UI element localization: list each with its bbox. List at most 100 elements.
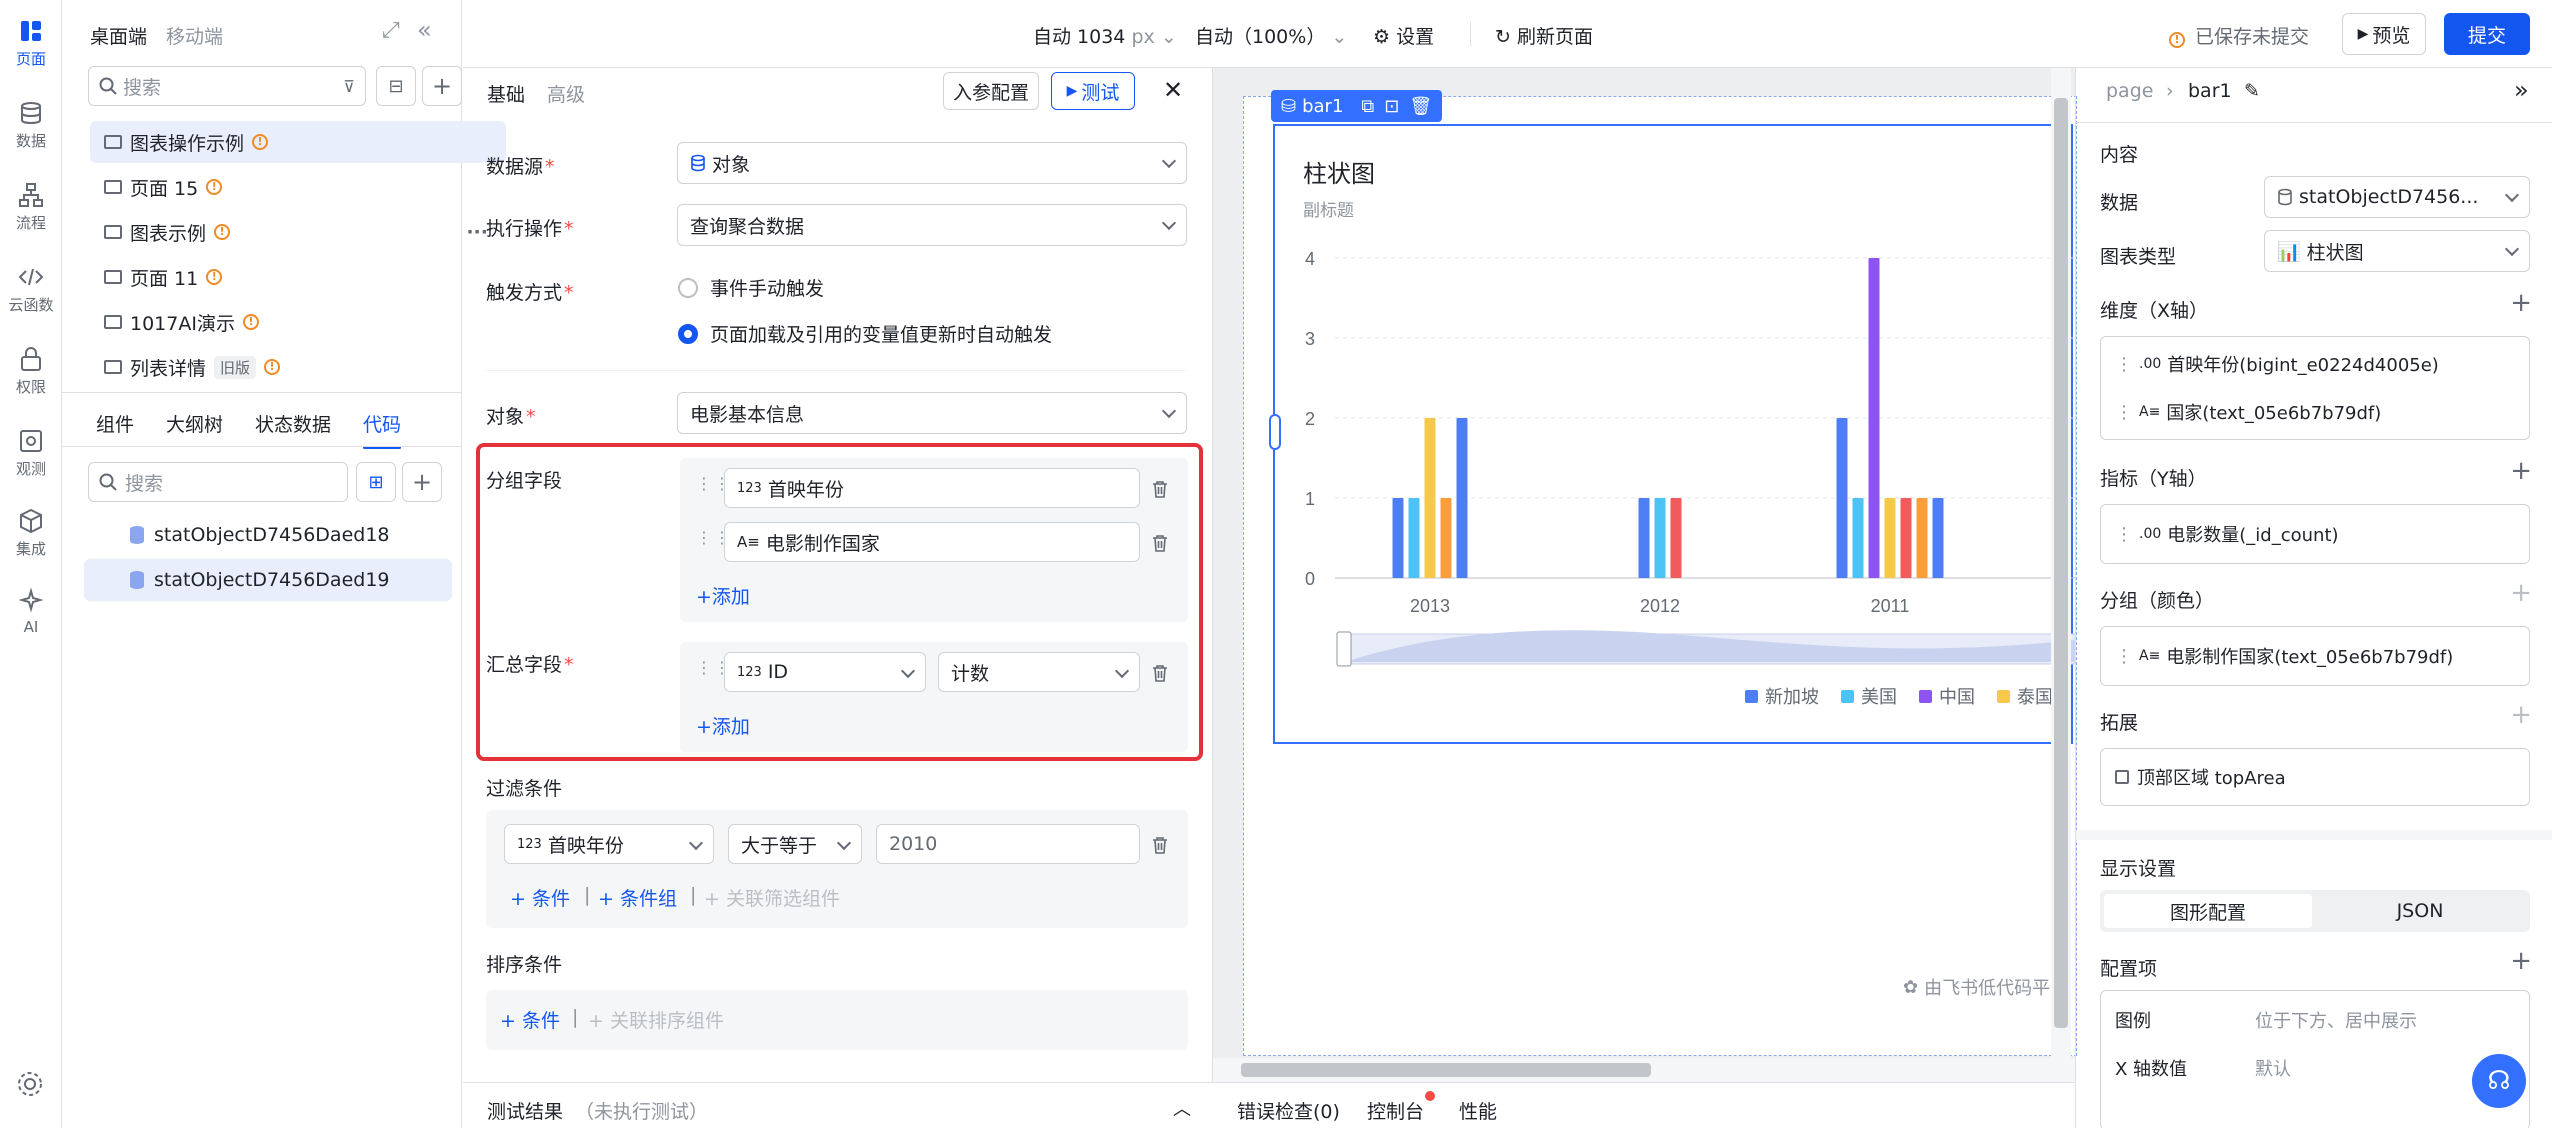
add-config-button[interactable]: + <box>2510 946 2532 976</box>
dimension-item[interactable]: ⋮ .00 首映年份(bigint_e0224d4005e) <box>2115 351 2439 377</box>
preview-button[interactable]: ▶ 预览 <box>2342 13 2426 55</box>
horizontal-scrollbar[interactable] <box>1213 1058 2075 1082</box>
submit-button[interactable]: 提交 <box>2444 13 2530 55</box>
metric-item[interactable]: ⋮ .00 电影数量(_id_count) <box>2115 521 2339 547</box>
resize-handle[interactable] <box>1269 414 1281 450</box>
config-row[interactable]: 图例 位于下方、居中展示 <box>2115 1007 2417 1033</box>
code-item[interactable]: statObjectD7456Daed18 <box>84 514 452 556</box>
tab-components[interactable]: 组件 <box>96 410 134 437</box>
database-icon <box>2278 188 2292 206</box>
add-folder-button[interactable]: ⊞ <box>356 462 396 502</box>
tab-advanced[interactable]: 高级 <box>547 80 585 107</box>
tab-basic[interactable]: 基础 <box>487 80 525 107</box>
tab-code[interactable]: 代码 <box>363 410 402 449</box>
code-item[interactable]: statObjectD7456Daed19 <box>84 559 452 601</box>
scrollbar-thumb[interactable] <box>2054 98 2068 1028</box>
refresh-page-button[interactable]: ↻ 刷新页面 <box>1495 22 1593 49</box>
operation-select[interactable]: 查询聚合数据 <box>677 204 1187 246</box>
page-item[interactable]: 列表详情 旧版 ! <box>90 346 508 388</box>
tab-error-check[interactable]: 错误检查(0) <box>1237 1097 1340 1124</box>
rail-item-integration[interactable]: 集成 <box>0 508 62 559</box>
page-group-button[interactable]: ⊟ <box>376 66 416 106</box>
datasource-select[interactable]: 对象 <box>677 142 1187 184</box>
group-item[interactable]: ⋮ A≡ 电影制作国家(text_05e6b7b79df) <box>2115 643 2453 669</box>
legend-swatch <box>1997 690 2010 703</box>
page-item[interactable]: 图表操作示例 ! <box>90 121 506 163</box>
settings-gear-icon[interactable] <box>16 1070 44 1098</box>
page-item[interactable]: 图表示例 ! ··· <box>90 211 508 253</box>
copy-icon[interactable]: ⧉ <box>1361 96 1374 117</box>
rail-item-data[interactable]: 数据 <box>0 100 62 151</box>
bar <box>1852 498 1864 578</box>
filter-operator-select[interactable]: 大于等于 <box>728 824 862 864</box>
tab-json[interactable]: JSON <box>2316 894 2524 928</box>
link-sort-component-button[interactable]: + 关联排序组件 <box>588 1006 724 1033</box>
page-item[interactable]: 页面 11 ! <box>90 256 508 298</box>
tab-console[interactable]: 控制台 <box>1367 1097 1424 1124</box>
link-filter-component-button[interactable]: + 关联筛选组件 <box>704 884 840 911</box>
chart-type-select[interactable]: 📊 柱状图 <box>2264 230 2530 272</box>
tab-graphic-config[interactable]: 图形配置 <box>2104 894 2312 928</box>
vertical-scrollbar[interactable] <box>2051 68 2071 1058</box>
expand-icon[interactable]: ⤢ <box>382 18 400 43</box>
add-condition-button[interactable]: + 条件 <box>510 884 570 911</box>
page-search-input[interactable]: 搜索 ⊽ <box>88 66 366 106</box>
data-source-select[interactable]: statObjectD7456... <box>2264 176 2530 218</box>
scrollbar-thumb[interactable] <box>1241 1063 1651 1077</box>
code-search-input[interactable]: 搜索 <box>88 462 348 502</box>
legend-swatch <box>1745 690 1758 703</box>
filter-field-select[interactable]: 123 首映年份 <box>504 824 714 864</box>
add-metric-button[interactable]: + <box>2510 456 2532 486</box>
collapse-left-icon[interactable]: « <box>417 16 432 44</box>
test-button[interactable]: ▶ 测试 <box>1051 72 1135 110</box>
filter-value-input[interactable]: 2010 <box>876 824 1140 864</box>
test-result-bar[interactable]: 测试结果 （未执行测试） ︿ <box>463 1082 1213 1128</box>
rail-item-observe[interactable]: 观测 <box>0 428 62 479</box>
add-dimension-button[interactable]: + <box>2510 288 2532 318</box>
page-item[interactable]: 页面 15 ! <box>90 166 508 208</box>
rail-item-permission[interactable]: 权限 <box>0 346 62 397</box>
collapse-right-icon[interactable]: » <box>2514 76 2529 104</box>
tab-mobile[interactable]: 移动端 <box>166 22 223 49</box>
tab-performance[interactable]: 性能 <box>1459 1097 1497 1124</box>
display-tabs: 图形配置 JSON <box>2100 890 2530 932</box>
add-group-button[interactable]: + <box>2510 578 2532 608</box>
trigger-manual-radio[interactable]: 事件手动触发 <box>678 274 824 301</box>
rail-item-cloud-function[interactable]: 云函数 <box>0 264 62 315</box>
checkbox-icon <box>2115 770 2129 784</box>
object-select[interactable]: 电影基本信息 <box>677 392 1187 434</box>
trigger-auto-radio[interactable]: 页面加载及引用的变量值更新时自动触发 <box>678 320 1052 347</box>
bar-chart-component[interactable]: 柱状图 副标题 0 1 2 3 4 2013 2012 2011 新加坡 美国 中国 泰国 <box>1273 124 2076 744</box>
tab-state-data[interactable]: 状态数据 <box>255 410 331 437</box>
add-page-button[interactable]: + <box>422 66 462 106</box>
x-tick-label: 2013 <box>1410 596 1450 616</box>
extend-item[interactable]: 顶部区域 topArea <box>2115 764 2286 790</box>
dimension-item[interactable]: ⋮ A≡ 国家(text_05e6b7b79df) <box>2115 399 2381 425</box>
rail-item-flow[interactable]: 流程 <box>0 182 62 233</box>
page-item[interactable]: 1017AI演示 ! <box>90 301 508 343</box>
component-tag[interactable]: ⛁ bar1 ⧉ ⊡ 🗑 <box>1271 90 1443 122</box>
rail-item-ai[interactable]: AI <box>0 588 62 636</box>
close-icon[interactable]: ✕ <box>1163 76 1183 104</box>
add-sort-condition-button[interactable]: + 条件 <box>500 1006 560 1033</box>
params-config-button[interactable]: 入参配置 <box>943 72 1039 110</box>
zoom-select[interactable]: 自动（100%） ⌄ <box>1195 22 1347 49</box>
tab-desktop[interactable]: 桌面端 <box>90 22 147 49</box>
tab-outline[interactable]: 大纲树 <box>166 410 223 437</box>
settings-button[interactable]: ⚙ 设置 <box>1373 22 1434 49</box>
trash-icon[interactable] <box>1152 836 1168 854</box>
add-code-button[interactable]: + <box>402 462 442 502</box>
chevron-up-icon[interactable]: ︿ <box>1173 1095 1191 1121</box>
filter-icon[interactable]: ⊽ <box>343 77 355 96</box>
canvas-width-select[interactable]: 自动 1034 px ⌄ <box>1033 22 1177 49</box>
add-condition-group-button[interactable]: + 条件组 <box>598 884 677 911</box>
add-extend-button[interactable]: + <box>2510 700 2532 730</box>
delete-icon[interactable]: 🗑 <box>1409 96 1432 117</box>
edit-icon[interactable]: ✎ <box>2244 80 2260 102</box>
help-service-button[interactable]: ☊ <box>2472 1054 2526 1108</box>
duplicate-icon[interactable]: ⊡ <box>1384 96 1399 117</box>
breadcrumb-root[interactable]: page <box>2106 80 2153 102</box>
section-divider <box>2076 830 2552 840</box>
rail-item-pages[interactable]: 页面 <box>0 18 62 69</box>
config-row[interactable]: X 轴数值 默认 <box>2115 1055 2291 1081</box>
